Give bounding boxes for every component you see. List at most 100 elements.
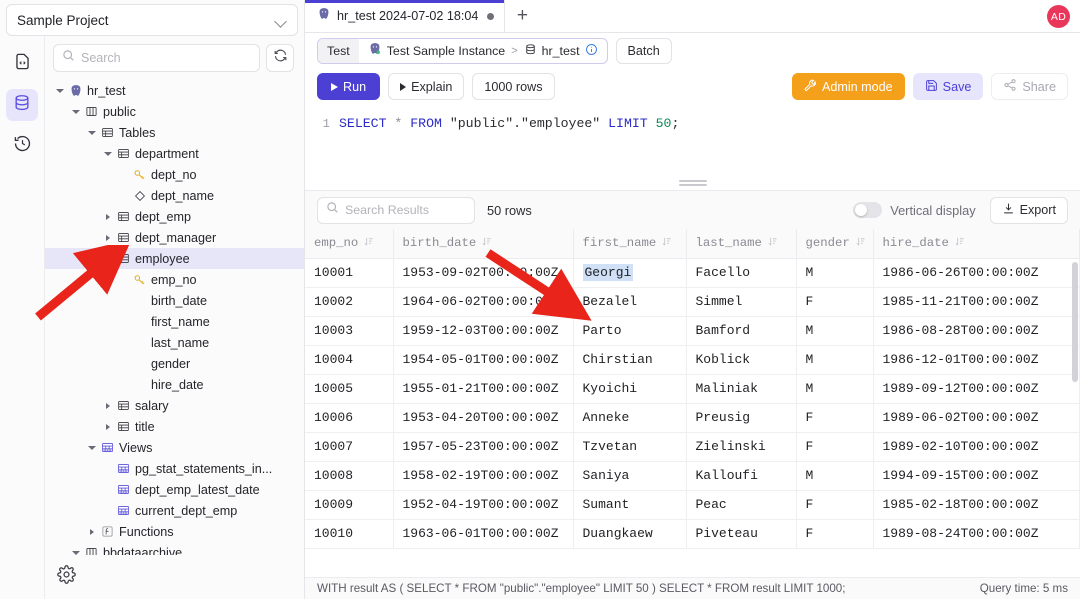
cell-emp_no[interactable]: 10010 — [305, 519, 394, 549]
table-row[interactable]: 10001 1953-09-02T00:00:00Z Georgi Facello M 1… — [305, 258, 1080, 288]
cell-first_name[interactable]: Saniya — [573, 461, 687, 491]
column-header-emp_no[interactable]: emp_no — [305, 229, 394, 259]
tree-item-dept-manager[interactable]: dept_manager — [45, 227, 304, 248]
sort-icon[interactable] — [767, 236, 778, 251]
gear-icon[interactable] — [57, 565, 76, 589]
twisty-collapsed-icon[interactable] — [85, 528, 99, 535]
cell-hire_date[interactable]: 1985-02-18T00:00:00Z — [873, 490, 1080, 520]
tree-item-gender[interactable]: gender — [45, 353, 304, 374]
tree-item-dept-name[interactable]: dept_name — [45, 185, 304, 206]
tree-item-emp-no[interactable]: emp_no — [45, 269, 304, 290]
tree-item-employee[interactable]: employee — [45, 248, 304, 269]
cell-birth_date[interactable]: 1957-05-23T00:00:00Z — [393, 432, 574, 462]
tree-item-pg-stat-statements-in[interactable]: pg_stat_statements_in... — [45, 458, 304, 479]
cell-gender[interactable]: F — [796, 519, 874, 549]
table-row[interactable]: 10008 1958-02-19T00:00:00Z Saniya Kalloufi M… — [305, 461, 1080, 491]
results-grid[interactable]: emp_no birth_date first_name last_name gende… — [305, 229, 1080, 577]
twisty-expanded-icon[interactable] — [69, 109, 83, 114]
cell-gender[interactable]: M — [796, 258, 874, 288]
run-button[interactable]: Run — [317, 73, 381, 100]
settings-row[interactable] — [45, 555, 304, 599]
tree-item-functions[interactable]: Functions — [45, 521, 304, 542]
cell-last_name[interactable]: Piveteau — [686, 519, 797, 549]
cell-gender[interactable]: M — [796, 316, 874, 346]
admin-mode-button[interactable]: Admin mode — [791, 73, 905, 100]
tree-item-dept-emp[interactable]: dept_emp — [45, 206, 304, 227]
refresh-button[interactable] — [266, 44, 294, 72]
connection-target[interactable]: Test Sample Instance > hr_test — [359, 42, 607, 59]
cell-emp_no[interactable]: 10008 — [305, 461, 394, 491]
cell-gender[interactable]: F — [796, 432, 874, 462]
sort-icon[interactable] — [954, 236, 965, 251]
connection-selector[interactable]: Test Test Sample Instance > hr_test — [317, 37, 608, 64]
twisty-expanded-icon[interactable] — [85, 445, 99, 450]
cell-birth_date[interactable]: 1955-01-21T00:00:00Z — [393, 374, 574, 404]
cell-last_name[interactable]: Simmel — [686, 287, 797, 317]
column-header-hire_date[interactable]: hire_date — [873, 229, 1080, 259]
twisty-collapsed-icon[interactable] — [101, 234, 115, 241]
tree-item-dept-no[interactable]: dept_no — [45, 164, 304, 185]
database-tree[interactable]: hr_test public Tables department dept_no dept… — [45, 78, 304, 555]
avatar[interactable]: AD — [1047, 5, 1070, 28]
cell-last_name[interactable]: Zielinski — [686, 432, 797, 462]
cell-first_name[interactable]: Tzvetan — [573, 432, 687, 462]
search-box[interactable] — [53, 44, 260, 72]
tree-item-dept-emp-latest-date[interactable]: dept_emp_latest_date — [45, 479, 304, 500]
tab-dirty-indicator[interactable] — [487, 12, 495, 20]
cell-hire_date[interactable]: 1989-09-12T00:00:00Z — [873, 374, 1080, 404]
twisty-collapsed-icon[interactable] — [101, 213, 115, 220]
cell-last_name[interactable]: Peac — [686, 490, 797, 520]
cell-first_name[interactable]: Chirstian — [573, 345, 687, 375]
explain-button[interactable]: Explain — [388, 73, 465, 100]
rail-item-database[interactable] — [6, 89, 38, 121]
batch-button[interactable]: Batch — [615, 37, 672, 64]
search-input[interactable] — [81, 51, 251, 65]
cell-hire_date[interactable]: 1985-11-21T00:00:00Z — [873, 287, 1080, 317]
sql-statement[interactable]: SELECT * FROM "public"."employee" LIMIT … — [339, 115, 679, 133]
tree-item-hr-test[interactable]: hr_test — [45, 80, 304, 101]
twisty-collapsed-icon[interactable] — [101, 402, 115, 409]
new-tab-button[interactable]: + — [505, 0, 539, 32]
cell-hire_date[interactable]: 1986-12-01T00:00:00Z — [873, 345, 1080, 375]
cell-first_name[interactable]: Kyoichi — [573, 374, 687, 404]
cell-last_name[interactable]: Bamford — [686, 316, 797, 346]
cell-hire_date[interactable]: 1986-08-28T00:00:00Z — [873, 316, 1080, 346]
tree-item-birth-date[interactable]: birth_date — [45, 290, 304, 311]
sort-icon[interactable] — [855, 236, 866, 251]
cell-birth_date[interactable]: 1958-02-19T00:00:00Z — [393, 461, 574, 491]
cell-emp_no[interactable]: 10003 — [305, 316, 394, 346]
tree-item-public[interactable]: public — [45, 101, 304, 122]
cell-last_name[interactable]: Koblick — [686, 345, 797, 375]
vertical-display-toggle[interactable]: Vertical display — [853, 202, 976, 218]
table-row[interactable]: 10006 1953-04-20T00:00:00Z Anneke Preusig F 1… — [305, 403, 1080, 433]
table-row[interactable]: 10002 1964-06-02T00:00:00Z Bezalel Simmel F 1… — [305, 287, 1080, 317]
cell-gender[interactable]: M — [796, 374, 874, 404]
cell-emp_no[interactable]: 10001 — [305, 258, 394, 288]
twisty-expanded-icon[interactable] — [101, 256, 115, 261]
table-row[interactable]: 10003 1959-12-03T00:00:00Z Parto Bamford M 19… — [305, 316, 1080, 346]
table-row[interactable]: 10009 1952-04-19T00:00:00Z Sumant Peac F 1985… — [305, 490, 1080, 520]
results-search-box[interactable] — [317, 196, 475, 224]
toggle-switch[interactable] — [853, 202, 883, 218]
cell-first_name[interactable]: Duangkaew — [573, 519, 687, 549]
share-button[interactable]: Share — [991, 73, 1068, 100]
cell-hire_date[interactable]: 1989-02-10T00:00:00Z — [873, 432, 1080, 462]
cell-hire_date[interactable]: 1989-06-02T00:00:00Z — [873, 403, 1080, 433]
cell-birth_date[interactable]: 1963-06-01T00:00:00Z — [393, 519, 574, 549]
cell-emp_no[interactable]: 10002 — [305, 287, 394, 317]
cell-last_name[interactable]: Maliniak — [686, 374, 797, 404]
cell-gender[interactable]: F — [796, 490, 874, 520]
project-selector[interactable]: Sample Project — [6, 4, 298, 36]
column-header-gender[interactable]: gender — [796, 229, 874, 259]
cell-emp_no[interactable]: 10009 — [305, 490, 394, 520]
tree-item-last-name[interactable]: last_name — [45, 332, 304, 353]
cell-hire_date[interactable]: 1986-06-26T00:00:00Z — [873, 258, 1080, 288]
rail-item-sql-editor[interactable] — [6, 48, 38, 80]
cell-hire_date[interactable]: 1989-08-24T00:00:00Z — [873, 519, 1080, 549]
cell-hire_date[interactable]: 1994-09-15T00:00:00Z — [873, 461, 1080, 491]
tree-item-current-dept-emp[interactable]: current_dept_emp — [45, 500, 304, 521]
sort-icon[interactable] — [481, 236, 492, 251]
cell-birth_date[interactable]: 1953-09-02T00:00:00Z — [393, 258, 574, 288]
cell-emp_no[interactable]: 10006 — [305, 403, 394, 433]
tree-item-title[interactable]: title — [45, 416, 304, 437]
